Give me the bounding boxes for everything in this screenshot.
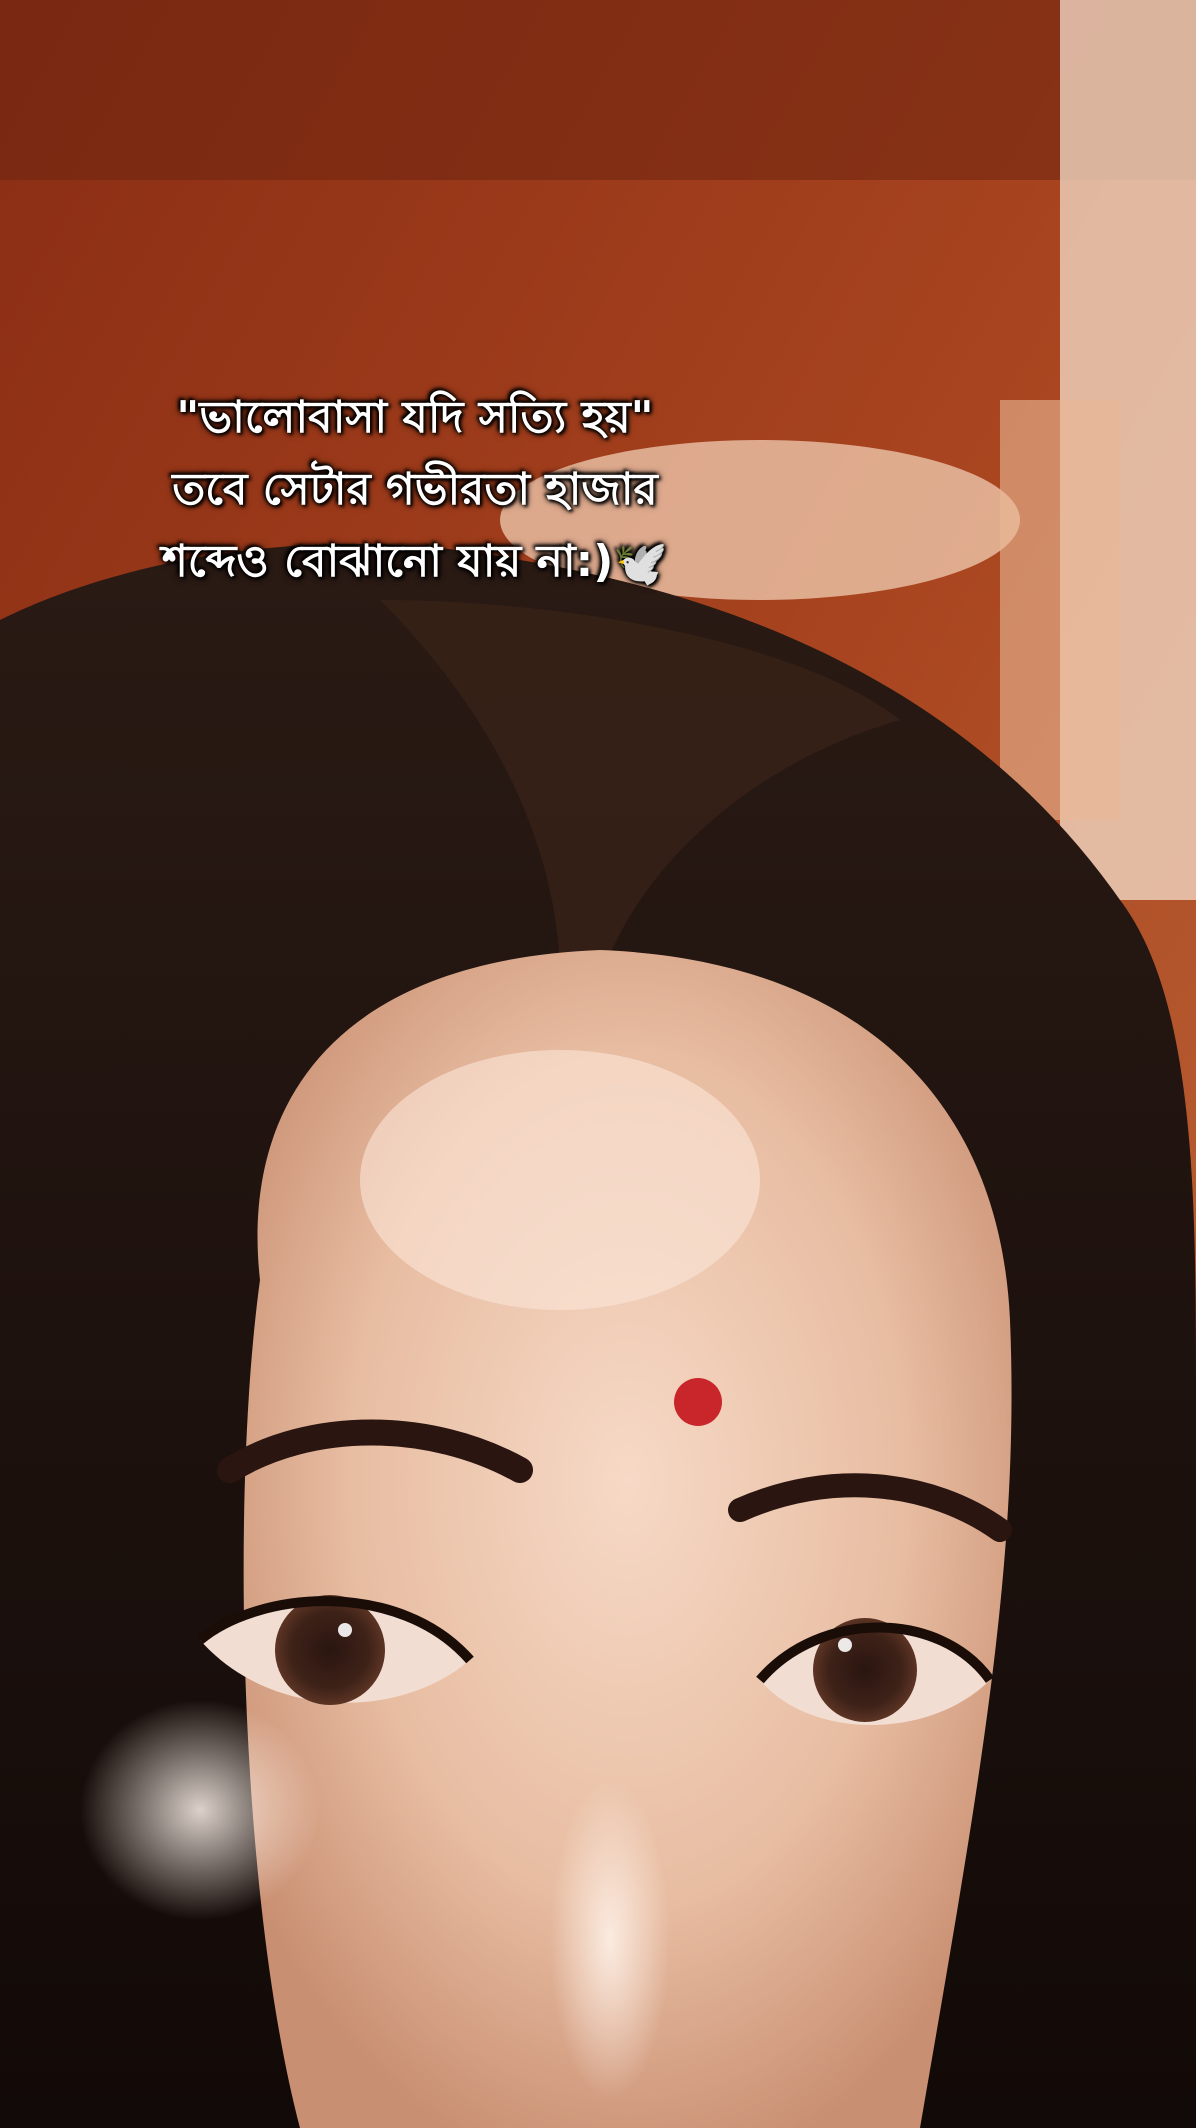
story-caption: "ভালোবাসা যদি সত্যি হয়" তবে সেটার গভীরত…: [0, 382, 830, 598]
caption-line-3: শব্দেও বোঝানো যায় না:): [161, 536, 614, 587]
caption-line-1: "ভালোবাসা যদি সত্যি হয়": [176, 392, 654, 443]
caption-line-2: তবে সেটার গভীরতা হাজার: [172, 464, 658, 515]
dove-icon: 🕊️: [613, 538, 669, 589]
story-frame: "ভালোবাসা যদি সত্যি হয়" তবে সেটার গভীরত…: [0, 0, 1196, 2128]
portrait-photo: [0, 0, 1196, 2128]
caption-line-3-wrapper: শব্দেও বোঝানো যায় না:)🕊️: [0, 526, 830, 598]
bindi: [674, 1378, 722, 1426]
